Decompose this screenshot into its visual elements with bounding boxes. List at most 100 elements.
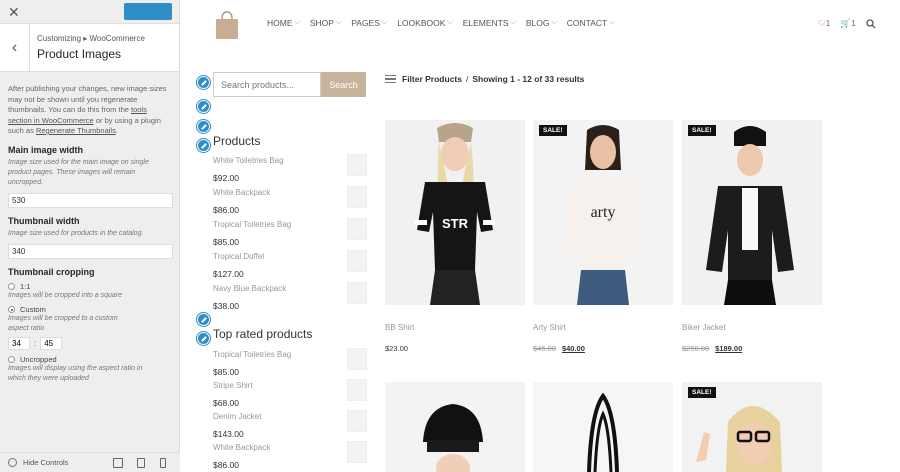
edit-shortcut-icon[interactable] — [197, 76, 210, 89]
chevron-down-icon: ⌵ — [447, 19, 453, 26]
nav-contact[interactable]: CONTACT ⌵ — [567, 18, 615, 28]
nav-home[interactable]: HOME ⌵ — [267, 18, 300, 28]
filter-separator: / — [465, 74, 469, 84]
nav-pages[interactable]: PAGES ⌵ — [351, 18, 387, 28]
nav-lookbook[interactable]: LOOKBOOK ⌵ — [397, 18, 453, 28]
tablet-preview-icon[interactable] — [137, 458, 145, 468]
crop-option-uncropped[interactable]: Uncropped — [8, 355, 171, 364]
product-image[interactable]: SALE! — [682, 120, 822, 305]
breadcrumb: Customizing ▸ WooCommerce — [37, 34, 145, 43]
widget-product[interactable]: White Backpack $86.00 — [213, 441, 368, 470]
wishlist-count[interactable]: ♡1 — [818, 18, 830, 29]
hide-controls-button[interactable]: Hide Controls — [23, 458, 68, 467]
crop-option-hint: Images will display using the aspect rat… — [8, 365, 143, 382]
filter-products-button[interactable]: Filter Products — [402, 74, 462, 84]
widget-product[interactable]: Tropical Toiletries Bag $85.00 — [213, 348, 368, 377]
customizer-panel: ✕ ‹ Customizing ▸ WooCommerce Product Im… — [0, 0, 180, 472]
product-price: $86.00 — [213, 205, 239, 215]
product-image[interactable] — [533, 382, 673, 472]
desktop-preview-icon[interactable] — [113, 458, 123, 468]
radio-icon[interactable] — [8, 356, 15, 363]
menu-icon[interactable] — [385, 75, 396, 83]
product-name[interactable]: Stripe Shirt — [213, 381, 368, 390]
shop-bag-logo[interactable] — [214, 10, 240, 40]
mobile-preview-icon[interactable] — [160, 458, 166, 468]
product-price: $85.00 — [213, 367, 239, 377]
close-icon[interactable]: ✕ — [8, 4, 20, 21]
product-thumbnail[interactable] — [347, 186, 367, 208]
product-image[interactable] — [385, 382, 525, 472]
price-current: $40.00 — [561, 344, 585, 353]
product-name[interactable]: Biker Jacket — [682, 323, 822, 332]
product-image[interactable]: arty SALE! — [533, 120, 673, 305]
product-thumbnail[interactable] — [347, 348, 367, 370]
model-photo — [682, 120, 822, 305]
crop-option-hint: Images will be cropped to a custom aspec… — [8, 315, 118, 332]
main-image-width-label: Main image width — [8, 144, 84, 155]
product-name[interactable]: White Backpack — [213, 188, 368, 197]
cart-count[interactable]: 🛒1 — [840, 18, 855, 29]
product-search-input[interactable] — [213, 72, 321, 97]
widget-product[interactable]: Tropical Duffel $127.00 — [213, 250, 368, 279]
edit-shortcut-icon[interactable] — [197, 120, 210, 133]
radio-icon[interactable] — [8, 282, 15, 290]
widget-product[interactable]: Tropical Toiletries Bag $85.00 — [213, 218, 368, 247]
publish-button[interactable] — [124, 3, 172, 20]
widget-product[interactable]: Denim Jacket $143.00 — [213, 410, 368, 439]
hide-controls-icon[interactable] — [8, 458, 17, 467]
product-thumbnail[interactable] — [347, 441, 367, 463]
widget-product[interactable]: Navy Blue Backpack $38.00 — [213, 282, 368, 311]
product-thumbnail[interactable] — [347, 379, 367, 401]
search-button[interactable]: Search — [321, 72, 366, 97]
edit-shortcut-icon[interactable] — [197, 332, 210, 345]
thumbnail-cropping-label: Thumbnail cropping — [8, 266, 95, 277]
widget-product[interactable]: White Toiletries Bag $92.00 — [213, 154, 368, 183]
nav-shop[interactable]: SHOP ⌵ — [310, 18, 341, 28]
product-card[interactable]: STR BB Shirt $23.00 — [385, 120, 525, 353]
crop-option-1-1[interactable]: 1:1 — [8, 282, 171, 291]
back-arrow-icon[interactable]: ‹ — [0, 24, 30, 72]
shirt-print: arty — [591, 204, 616, 221]
price-current: $23.00 — [385, 344, 408, 353]
nav-label: BLOG — [525, 18, 550, 28]
product-name[interactable]: White Toiletries Bag — [213, 156, 368, 165]
widget-product[interactable]: White Backpack $86.00 — [213, 186, 368, 215]
product-thumbnail[interactable] — [347, 282, 367, 304]
main-image-width-input[interactable] — [8, 192, 173, 208]
thumbnail-width-input[interactable] — [8, 243, 173, 259]
product-price: $143.00 — [213, 429, 244, 439]
chevron-down-icon: ⌵ — [381, 19, 388, 26]
product-name[interactable]: Tropical Toiletries Bag — [213, 220, 368, 229]
product-image[interactable]: SALE! — [682, 382, 822, 472]
price-old: $250.00 — [682, 344, 710, 353]
ratio-height-input[interactable] — [40, 337, 63, 350]
product-thumbnail[interactable] — [347, 250, 367, 272]
product-thumbnail[interactable] — [347, 154, 367, 176]
search-icon[interactable] — [866, 18, 876, 29]
nav-blog[interactable]: BLOG ⌵ — [526, 18, 557, 28]
product-name[interactable]: Denim Jacket — [213, 412, 368, 421]
edit-shortcut-icon[interactable] — [197, 100, 210, 113]
customizer-footer: Hide Controls — [0, 452, 180, 472]
product-name[interactable]: Arty Shirt — [533, 323, 673, 332]
product-card[interactable]: arty SALE! Arty Shirt $45.00 $40.00 — [533, 120, 673, 353]
edit-shortcut-icon[interactable] — [197, 139, 210, 152]
aspect-ratio-row: : — [8, 337, 171, 350]
product-name[interactable]: Navy Blue Backpack — [213, 284, 368, 293]
product-image[interactable]: STR — [385, 120, 525, 305]
nav-elements[interactable]: ELEMENTS ⌵ — [463, 18, 516, 28]
widget-product[interactable]: Stripe Shirt $68.00 — [213, 379, 368, 408]
radio-selected-icon[interactable] — [8, 306, 15, 313]
product-card[interactable]: SALE! Biker Jacket $250.00 $189.00 — [682, 120, 822, 353]
product-name[interactable]: BB Shirt — [385, 323, 525, 332]
product-name[interactable]: Tropical Toiletries Bag — [213, 350, 368, 359]
crop-option-custom[interactable]: Custom — [8, 305, 171, 314]
product-name[interactable]: Tropical Duffel — [213, 252, 368, 261]
regenerate-thumbnails-link[interactable]: Regenerate Thumbnails — [36, 126, 116, 135]
ratio-width-input[interactable] — [8, 337, 30, 350]
ratio-separator: : — [34, 339, 37, 348]
product-name[interactable]: White Backpack — [213, 443, 368, 452]
product-thumbnail[interactable] — [347, 410, 367, 432]
edit-shortcut-icon[interactable] — [197, 313, 210, 326]
product-thumbnail[interactable] — [347, 218, 367, 240]
